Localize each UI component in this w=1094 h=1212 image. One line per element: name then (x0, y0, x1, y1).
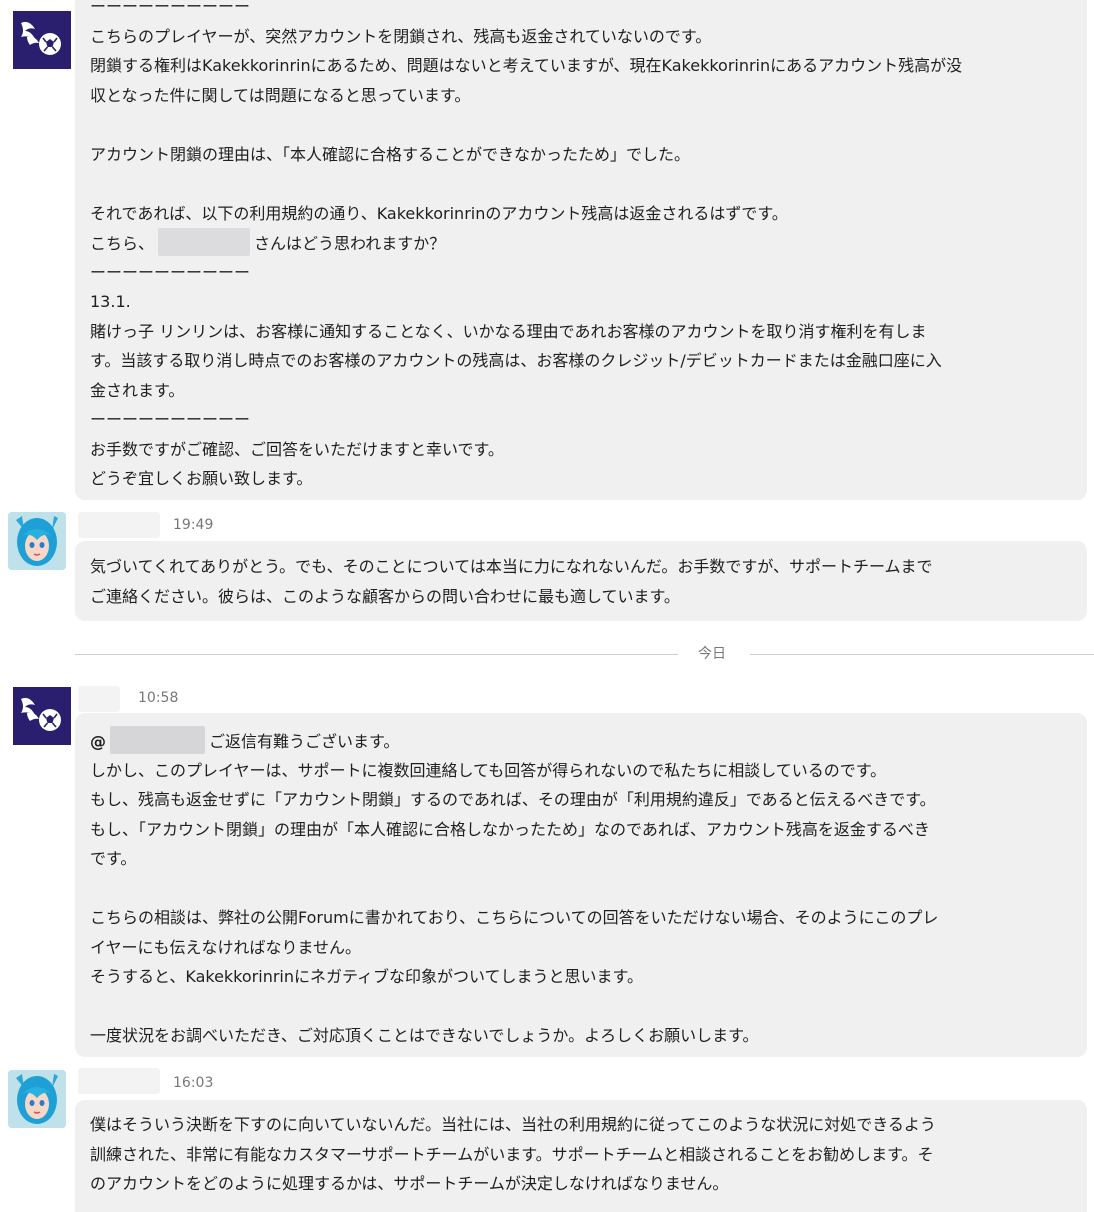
line-suffix: さんはどう思われますか？ (254, 234, 446, 253)
line-suffix: ご返信有難うございます。 (209, 732, 400, 751)
date-divider-line-left (75, 654, 678, 655)
fire-soccer-ball-icon (21, 21, 61, 55)
message-timestamp: 19:49 (173, 517, 214, 533)
message-line: ーーーーーーーーーー (90, 0, 251, 16)
message-line: ご連絡ください。彼らは、このような顧客からの問い合わせに最も適しています。 (90, 586, 680, 606)
author-name-redacted (78, 1068, 160, 1094)
message-line: ーーーーーーーーーー (90, 262, 251, 282)
message-line-with-mention: @ ご返信有難うございます。 (90, 726, 1077, 756)
message-line: イヤーにも伝えなければなりません。 (90, 937, 362, 957)
message-line: アカウント閉鎖の理由は、「本人確認に合格することができなかったため」でした。 (90, 144, 691, 164)
message-line: 訓練された、非常に有能なカスタマーサポートチームがいます。サポートチームと相談さ… (90, 1144, 934, 1164)
message-line: こちらのプレイヤーが、突然アカウントを閉鎖され、残高も返金されていないのです。 (90, 26, 712, 46)
mention-redacted[interactable] (110, 726, 205, 754)
message-line: す。当該する取り消し時点でのお客様のアカウントの残高は、お客様のクレジット/デビ… (90, 351, 942, 370)
message-line: しかし、このプレイヤーは、サポートに複数回連絡しても回答が得られないので私たちに… (90, 760, 887, 780)
avatar-bot[interactable] (8, 512, 66, 570)
anime-girl-avatar (8, 512, 66, 570)
message-line: 閉鎖する権利はKakekkorinrinにあるため、問題はないと考えていますが、… (90, 56, 963, 75)
message-line: ーーーーーーーーーー (90, 410, 251, 429)
line-prefix: こちら、 (90, 234, 155, 253)
message-bubble-2: 気づいてくれてありがとう。でも、そのことについては本当に力になれないんだ。お手数… (75, 541, 1087, 621)
message-bubble-3: @ ご返信有難うございます。 しかし、このプレイヤーは、サポートに複数回連絡しても… (75, 713, 1087, 1057)
anime-girl-avatar (8, 1070, 66, 1128)
message-line: もし、「アカウント閉鎖」の理由が「本人確認に合格しなかったため」なのであれば、ア… (90, 819, 930, 839)
fire-soccer-ball-icon (21, 697, 61, 731)
avatar-bot[interactable] (8, 1070, 66, 1128)
message-line: 一度状況をお調べいただき、ご対応頂くことはできないでしょうか。よろしくお願いしま… (90, 1026, 759, 1045)
date-divider-label: 今日 (698, 646, 726, 662)
message-line: 金されます。 (90, 380, 185, 400)
message-line: 気づいてくれてありがとう。でも、そのことについては本当に力になれないんだ。お手数… (90, 557, 933, 576)
mention-at: @ (90, 732, 106, 751)
date-divider-line-right (750, 654, 1094, 655)
message-line: 僕はそういう決断を下すのに向いていないんだ。当社には、当社の利用規約に従ってこの… (90, 1115, 936, 1134)
author-name-redacted (78, 512, 160, 538)
message-line: 13.1. (90, 292, 131, 311)
message-line: もし、残高も返金せずに「アカウント閉鎖」するのであれば、その理由が「利用規約違反… (90, 790, 936, 809)
message-line: どうぞ宜しくお願い致します。 (90, 469, 313, 488)
message-timestamp: 10:58 (138, 690, 179, 706)
message-timestamp: 16:03 (173, 1075, 214, 1091)
redacted-name (158, 228, 251, 256)
message-bubble-4: 僕はそういう決断を下すのに向いていないんだ。当社には、当社の利用規約に従ってこの… (75, 1100, 1087, 1212)
message-bubble-1: ーーーーーーーーーー こちらのプレイヤーが、突然アカウントを閉鎖され、残高も返金… (75, 0, 1087, 500)
message-line: のアカウントをどのように処理するかは、サポートチームが決定しなければなりません。 (90, 1174, 729, 1193)
avatar-soccer[interactable] (13, 11, 71, 69)
message-line: 収となった件に関しては問題になると思っています。 (90, 85, 471, 105)
avatar-soccer[interactable] (13, 687, 71, 745)
message-line: それであれば、以下の利用規約の通り、Kakekkorinrinのアカウント残高は… (90, 203, 788, 223)
message-line: 賭けっ子 リンリンは、お客様に通知することなく、いかなる理由であれお客様のアカウ… (90, 321, 927, 341)
message-line-with-redaction: こちら、 さんはどう思われますか？ (90, 228, 1077, 258)
message-line: です。 (90, 849, 137, 868)
message-line: お手数ですがご確認、ご回答をいただけますと幸いです。 (90, 439, 504, 459)
author-name-redacted (78, 686, 120, 712)
message-line: こちらの相談は、弊社の公開Forumに書かれており、こちらについての回答をいただ… (90, 908, 939, 927)
message-line: そうすると、Kakekkorinrinにネガティブな印象がついてしまうと思います… (90, 967, 643, 986)
